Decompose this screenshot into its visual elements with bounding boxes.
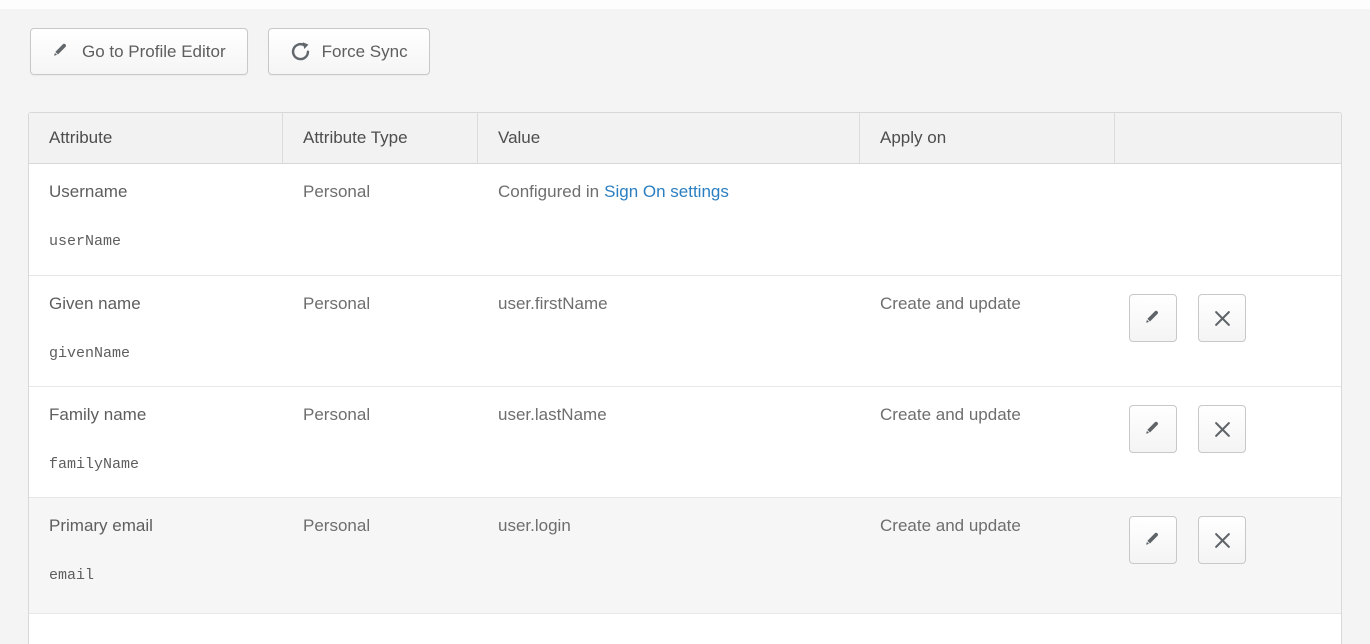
edit-attribute-button[interactable] bbox=[1129, 405, 1177, 453]
pencil-icon bbox=[1144, 420, 1163, 439]
refresh-icon bbox=[290, 41, 311, 62]
attribute-type-cell: Personal bbox=[283, 276, 478, 386]
table-row-username: Username userName Personal Configured in… bbox=[29, 164, 1341, 276]
table-row-family-name: Family name familyName Personal user.las… bbox=[29, 387, 1341, 498]
value-text: Configured in bbox=[498, 182, 599, 201]
apply-on-cell: Create and update bbox=[860, 387, 1115, 497]
go-to-profile-editor-button[interactable]: Go to Profile Editor bbox=[30, 28, 248, 75]
delete-attribute-button[interactable] bbox=[1198, 405, 1246, 453]
force-sync-button[interactable]: Force Sync bbox=[268, 28, 430, 75]
attribute-cell: Username userName bbox=[29, 164, 283, 275]
actions-cell-empty bbox=[1115, 164, 1341, 275]
actions-cell bbox=[1115, 498, 1341, 613]
attribute-variable-name: givenName bbox=[49, 345, 273, 362]
pencil-icon bbox=[1144, 531, 1163, 550]
edit-attribute-button[interactable] bbox=[1129, 516, 1177, 564]
edit-attribute-button[interactable] bbox=[1129, 294, 1177, 342]
attribute-cell: Family name familyName bbox=[29, 387, 283, 497]
actions-cell bbox=[1115, 276, 1341, 386]
table-empty-row bbox=[29, 614, 1341, 644]
attribute-label: Given name bbox=[49, 294, 273, 314]
attribute-type-cell: Personal bbox=[283, 387, 478, 497]
attribute-cell: Primary email email bbox=[29, 498, 283, 613]
go-to-profile-editor-label: Go to Profile Editor bbox=[82, 42, 226, 62]
column-header-apply-on: Apply on bbox=[860, 113, 1115, 163]
table-header-row: Attribute Attribute Type Value Apply on bbox=[29, 113, 1341, 164]
close-icon bbox=[1214, 310, 1231, 327]
attribute-variable-name: userName bbox=[49, 233, 273, 250]
attribute-type-cell: Personal bbox=[283, 164, 478, 275]
top-strip bbox=[0, 0, 1370, 9]
value-cell: user.firstName bbox=[478, 276, 860, 386]
column-header-actions bbox=[1115, 113, 1341, 163]
attribute-type-cell: Personal bbox=[283, 498, 478, 613]
table-row-given-name: Given name givenName Personal user.first… bbox=[29, 276, 1341, 387]
close-icon bbox=[1214, 532, 1231, 549]
value-cell: Configured in Sign On settings bbox=[478, 164, 860, 275]
attribute-mappings-table: Attribute Attribute Type Value Apply on … bbox=[28, 112, 1342, 644]
column-header-attribute-type: Attribute Type bbox=[283, 113, 478, 163]
force-sync-label: Force Sync bbox=[322, 42, 408, 62]
apply-on-cell: Create and update bbox=[860, 498, 1115, 613]
apply-on-cell: Create and update bbox=[860, 276, 1115, 386]
value-cell: user.login bbox=[478, 498, 860, 613]
attribute-label: Username bbox=[49, 182, 273, 202]
sign-on-settings-link[interactable]: Sign On settings bbox=[604, 182, 729, 201]
pencil-icon bbox=[1144, 309, 1163, 328]
toolbar: Go to Profile Editor Force Sync bbox=[30, 28, 430, 75]
table-row-primary-email: Primary email email Personal user.login … bbox=[29, 498, 1341, 614]
column-header-value: Value bbox=[478, 113, 860, 163]
attribute-label: Primary email bbox=[49, 516, 273, 536]
attribute-variable-name: familyName bbox=[49, 456, 273, 473]
apply-on-cell bbox=[860, 164, 1115, 275]
actions-cell bbox=[1115, 387, 1341, 497]
close-icon bbox=[1214, 421, 1231, 438]
column-header-attribute: Attribute bbox=[29, 113, 283, 163]
delete-attribute-button[interactable] bbox=[1198, 294, 1246, 342]
attribute-label: Family name bbox=[49, 405, 273, 425]
value-cell: user.lastName bbox=[478, 387, 860, 497]
attribute-variable-name: email bbox=[49, 567, 273, 584]
pencil-icon bbox=[52, 42, 71, 61]
attribute-cell: Given name givenName bbox=[29, 276, 283, 386]
delete-attribute-button[interactable] bbox=[1198, 516, 1246, 564]
